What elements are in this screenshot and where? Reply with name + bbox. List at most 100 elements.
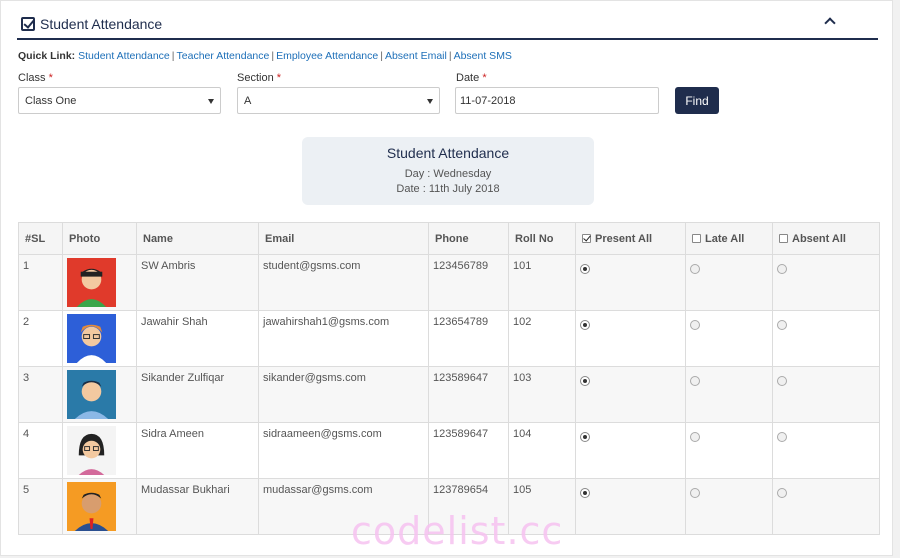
- quick-link-label: Quick Link:: [18, 50, 76, 62]
- avatar: [66, 258, 133, 307]
- chevron-up-icon[interactable]: [824, 17, 836, 29]
- watermark: codelist.cc: [351, 509, 564, 553]
- late-radio[interactable]: [690, 488, 700, 498]
- class-label: Class *: [18, 72, 53, 84]
- present-all-checkbox[interactable]: [582, 234, 591, 243]
- date-input[interactable]: 11-07-2018: [455, 87, 659, 114]
- cell-name: Jawahir Shah: [136, 310, 259, 367]
- quick-links: Quick Link: Student Attendance | Teacher A…: [18, 50, 512, 62]
- cell-phone: 123589647: [428, 366, 509, 423]
- cell-present: [575, 254, 686, 311]
- cell-sl: 2: [18, 310, 63, 367]
- cell-present: [575, 478, 686, 535]
- cell-absent: [772, 422, 880, 479]
- col-photo: Photo: [62, 222, 137, 255]
- cell-email: student@gsms.com: [258, 254, 429, 311]
- cell-email: sidraameen@gsms.com: [258, 422, 429, 479]
- cell-email: sikander@gsms.com: [258, 366, 429, 423]
- date-input-value: 11-07-2018: [460, 95, 516, 107]
- quick-link-absent-sms[interactable]: Absent SMS: [454, 50, 512, 62]
- cell-name: Sidra Ameen: [136, 422, 259, 479]
- absent-radio[interactable]: [777, 376, 787, 386]
- cell-email: jawahirshah1@gsms.com: [258, 310, 429, 367]
- col-absent-all[interactable]: Absent All: [772, 222, 880, 255]
- cell-phone: 123654789: [428, 310, 509, 367]
- col-roll: Roll No: [508, 222, 576, 255]
- avatar: [66, 370, 133, 419]
- cell-present: [575, 366, 686, 423]
- late-radio[interactable]: [690, 264, 700, 274]
- avatar: [66, 426, 133, 475]
- find-button[interactable]: Find: [675, 87, 719, 114]
- quick-link-absent-email[interactable]: Absent Email: [385, 50, 447, 62]
- present-radio[interactable]: [580, 376, 590, 386]
- absent-radio[interactable]: [777, 488, 787, 498]
- quick-link-teacher-attendance[interactable]: Teacher Attendance: [177, 50, 270, 62]
- col-name: Name: [136, 222, 259, 255]
- attendance-table: #SL Photo Name Email Phone Roll No Prese…: [18, 222, 880, 535]
- col-present-all[interactable]: Present All: [575, 222, 686, 255]
- table-row: 1 SW Ambris student@gsms.com 123456789 1…: [18, 254, 880, 311]
- late-all-checkbox[interactable]: [692, 234, 701, 243]
- col-email: Email: [258, 222, 429, 255]
- absent-all-checkbox[interactable]: [779, 234, 788, 243]
- summary-title: Student Attendance: [386, 145, 510, 161]
- quick-link-student-attendance[interactable]: Student Attendance: [78, 50, 170, 62]
- cell-phone: 123456789: [428, 254, 509, 311]
- page-title: Student Attendance: [40, 16, 163, 32]
- class-select-value: Class One: [25, 95, 77, 107]
- absent-radio[interactable]: [777, 432, 787, 442]
- quick-link-employee-attendance[interactable]: Employee Attendance: [276, 50, 378, 62]
- cell-absent: [772, 310, 880, 367]
- cell-sl: 1: [18, 254, 63, 311]
- class-select[interactable]: Class One: [18, 87, 221, 114]
- cell-name: Mudassar Bukhari: [136, 478, 259, 535]
- late-radio[interactable]: [690, 376, 700, 386]
- cell-roll: 102: [508, 310, 576, 367]
- date-label: Date *: [456, 72, 487, 84]
- late-radio[interactable]: [690, 320, 700, 330]
- cell-name: SW Ambris: [136, 254, 259, 311]
- avatar: [66, 314, 133, 363]
- cell-photo: [62, 254, 137, 311]
- cell-late: [685, 478, 773, 535]
- present-radio[interactable]: [580, 488, 590, 498]
- table-row: 2 Jawahir Shah jawahirshah1@gsms.com 123…: [18, 310, 880, 367]
- cell-absent: [772, 366, 880, 423]
- cell-photo: [62, 366, 137, 423]
- attendance-summary-card: Student Attendance Day : Wednesday Date …: [302, 137, 594, 205]
- cell-photo: [62, 310, 137, 367]
- panel-header: Student Attendance: [17, 7, 878, 40]
- cell-sl: 4: [18, 422, 63, 479]
- late-radio[interactable]: [690, 432, 700, 442]
- col-late-all[interactable]: Late All: [685, 222, 773, 255]
- cell-phone: 123589647: [428, 422, 509, 479]
- table-row: 3 Sikander Zulfiqar sikander@gsms.com 12…: [18, 366, 880, 423]
- cell-photo: [62, 478, 137, 535]
- present-radio[interactable]: [580, 432, 590, 442]
- avatar: [66, 482, 133, 531]
- cell-late: [685, 366, 773, 423]
- cell-late: [685, 422, 773, 479]
- present-radio[interactable]: [580, 320, 590, 330]
- dropdown-caret-icon: [208, 99, 214, 104]
- attendance-panel: Student Attendance Quick Link: Student A…: [0, 0, 893, 556]
- cell-absent: [772, 254, 880, 311]
- checkbox-icon: [21, 17, 35, 31]
- cell-roll: 104: [508, 422, 576, 479]
- cell-absent: [772, 478, 880, 535]
- summary-date: Date : 11th July 2018: [396, 183, 500, 195]
- cell-name: Sikander Zulfiqar: [136, 366, 259, 423]
- absent-radio[interactable]: [777, 320, 787, 330]
- panel-title: Student Attendance: [21, 16, 162, 32]
- summary-day: Day : Wednesday: [404, 168, 492, 180]
- absent-radio[interactable]: [777, 264, 787, 274]
- section-label: Section *: [237, 72, 282, 84]
- cell-present: [575, 310, 686, 367]
- section-select[interactable]: A: [237, 87, 440, 114]
- cell-sl: 5: [18, 478, 63, 535]
- table-row: 4 Sidra Ameen sidraameen@gsms.com 123589…: [18, 422, 880, 479]
- cell-roll: 101: [508, 254, 576, 311]
- present-radio[interactable]: [580, 264, 590, 274]
- cell-late: [685, 254, 773, 311]
